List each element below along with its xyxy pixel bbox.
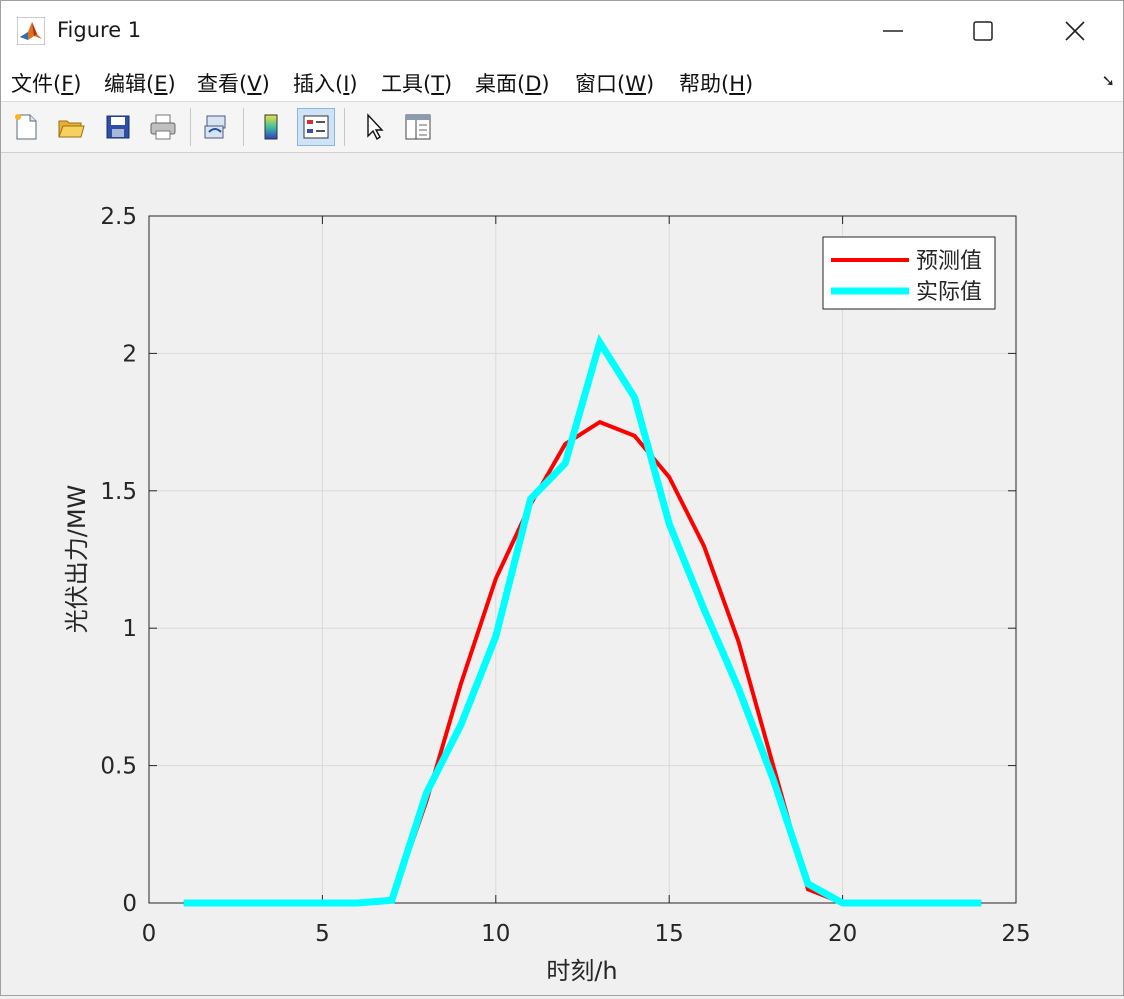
x-tick-label: 5 bbox=[315, 921, 330, 947]
link-plot-icon bbox=[204, 115, 226, 139]
y-tick-label: 0.5 bbox=[100, 754, 137, 780]
menu-edit[interactable]: 编辑(E) bbox=[104, 68, 176, 98]
menu-bar: 文件(F) 编辑(E) 查看(V) 插入(I) 工具(T) 桌面(D) 窗口(W… bbox=[1, 61, 1123, 102]
menu-help[interactable]: 帮助(H) bbox=[679, 68, 753, 98]
y-axis-label: 光伏出力/MW bbox=[63, 485, 91, 634]
figure-canvas: 0 5 10 15 20 25 0 0.5 1 1.5 2 2.5 时刻/h 光伏出力/MW 预测值 … bbox=[1, 153, 1123, 995]
close-button[interactable] bbox=[1029, 1, 1121, 61]
figure-window: Figure 1 文件(F) 编辑(E) 查看(V) 插入(I) 工具(T) 桌… bbox=[0, 0, 1124, 996]
y-tick-label: 2.5 bbox=[100, 204, 137, 230]
maximize-icon bbox=[973, 21, 993, 41]
legend[interactable]: 预测值 实际值 bbox=[822, 236, 996, 310]
series-line-actual bbox=[183, 333, 982, 907]
new-figure-button[interactable] bbox=[7, 108, 45, 146]
pointer-icon bbox=[367, 113, 384, 141]
minimize-icon bbox=[883, 30, 903, 32]
legend-icon bbox=[303, 115, 329, 139]
x-tick-label: 15 bbox=[655, 921, 684, 947]
new-file-icon bbox=[15, 114, 37, 140]
toolbar-separator bbox=[344, 108, 345, 146]
property-inspector-icon bbox=[405, 114, 431, 140]
axes-box bbox=[148, 215, 1017, 904]
print-icon bbox=[150, 114, 176, 140]
axis-ticks: 0 5 10 15 20 25 0 0.5 1 1.5 2 2.5 bbox=[100, 204, 1030, 947]
close-icon bbox=[1065, 21, 1085, 41]
y-tick-label: 1 bbox=[122, 616, 137, 642]
series-line-predicted bbox=[183, 419, 982, 905]
title-bar: Figure 1 bbox=[1, 1, 1123, 61]
menu-insert[interactable]: 插入(I) bbox=[293, 68, 358, 98]
x-axis-label: 时刻/h bbox=[546, 957, 617, 985]
line-chart: 0 5 10 15 20 25 0 0.5 1 1.5 2 2.5 时刻/h 光伏出力/MW 预测值 … bbox=[63, 204, 1031, 985]
legend-label-actual: 实际值 bbox=[916, 280, 982, 305]
menu-desktop[interactable]: 桌面(D) bbox=[475, 68, 550, 98]
window-title: Figure 1 bbox=[57, 18, 142, 42]
menu-tools[interactable]: 工具(T) bbox=[381, 68, 452, 98]
colorbar-icon bbox=[264, 114, 278, 140]
print-button[interactable] bbox=[144, 108, 182, 146]
save-icon bbox=[106, 115, 130, 139]
toolbar-separator bbox=[190, 108, 191, 146]
figure-toolbar bbox=[1, 102, 1123, 153]
x-tick-label: 20 bbox=[828, 921, 857, 947]
y-tick-label: 2 bbox=[122, 341, 137, 367]
menu-window[interactable]: 窗口(W) bbox=[575, 68, 654, 98]
x-tick-label: 10 bbox=[481, 921, 510, 947]
open-button[interactable] bbox=[52, 108, 90, 146]
link-plot-button[interactable] bbox=[197, 108, 235, 146]
grid-lines bbox=[149, 216, 1016, 903]
matlab-logo-icon bbox=[17, 17, 45, 45]
insert-legend-button[interactable] bbox=[297, 108, 335, 146]
menu-file[interactable]: 文件(F) bbox=[11, 68, 82, 98]
property-inspector-button[interactable] bbox=[399, 108, 437, 146]
legend-label-predicted: 预测值 bbox=[916, 249, 982, 274]
toolbar-separator bbox=[243, 108, 244, 146]
y-tick-label: 1.5 bbox=[100, 479, 137, 505]
edit-plot-button[interactable] bbox=[355, 108, 393, 146]
y-tick-label: 0 bbox=[122, 891, 137, 917]
save-button[interactable] bbox=[99, 108, 137, 146]
maximize-button[interactable] bbox=[937, 1, 1029, 61]
x-tick-label: 25 bbox=[1001, 921, 1030, 947]
open-folder-icon bbox=[58, 120, 85, 138]
dock-arrow-icon[interactable]: ➘ bbox=[1102, 71, 1115, 90]
insert-colorbar-button[interactable] bbox=[252, 108, 290, 146]
x-tick-label: 0 bbox=[142, 921, 157, 947]
menu-view[interactable]: 查看(V) bbox=[197, 68, 270, 98]
minimize-button[interactable] bbox=[847, 1, 939, 61]
series-lines bbox=[183, 333, 982, 907]
